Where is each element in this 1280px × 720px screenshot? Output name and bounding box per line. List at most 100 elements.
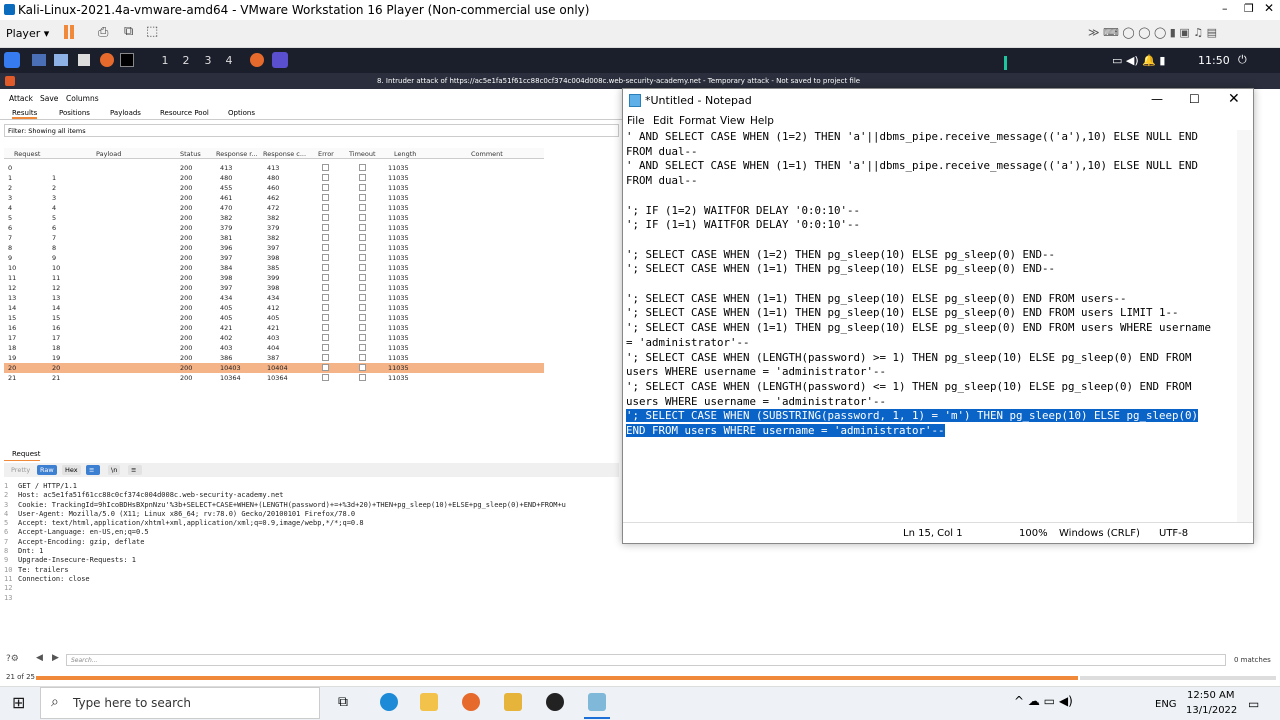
table-row[interactable]: 18 18 200 403 404 11035 [4,343,544,353]
col-comment[interactable]: Comment [471,150,503,158]
player-menu[interactable]: Player ▾ [6,27,49,40]
tab-positions[interactable]: Positions [59,109,90,117]
table-row[interactable]: 6 6 200 379 379 11035 [4,223,544,233]
table-row[interactable]: 9 9 200 397 398 11035 [4,253,544,263]
table-row[interactable]: 19 19 200 386 387 11035 [4,353,544,363]
app-icon[interactable] [504,693,522,711]
col-error[interactable]: Error [318,150,334,158]
notepad-menu-view[interactable]: View [720,115,745,127]
table-row[interactable]: 16 16 200 421 421 11035 [4,323,544,333]
table-row[interactable]: 8 8 200 396 397 11035 [4,243,544,253]
notepad-menu-format[interactable]: Format [679,115,716,127]
col-length[interactable]: Length [394,150,416,158]
kali-menu-icon[interactable] [4,52,20,68]
notepad-scrollbar[interactable] [1237,130,1252,522]
table-cell: 379 [220,224,233,232]
menu-columns[interactable]: Columns [66,94,99,103]
workspace-1[interactable]: 1 [158,54,172,67]
fit-guest-icon[interactable]: ⧉ [124,24,133,39]
col-request[interactable]: Request [14,150,40,158]
table-row[interactable]: 1 1 200 480 480 11035 [4,173,544,183]
filter-bar[interactable]: Filter: Showing all items [4,124,619,137]
request-tab[interactable]: Request [12,450,40,458]
workspace-3[interactable]: 3 [201,54,215,67]
obs-icon[interactable] [546,693,564,711]
windows-start-icon[interactable]: ⊞ [12,693,25,712]
menu-save[interactable]: Save [40,94,58,103]
table-row[interactable]: 0 200 413 413 11035 [4,163,544,173]
firefox-taskbar-icon[interactable] [462,693,480,711]
newline-button[interactable]: \n [108,465,121,475]
table-row[interactable]: 21 21 200 10364 10364 11035 [4,373,544,383]
table-row[interactable]: 2 2 200 455 460 11035 [4,183,544,193]
row-checkbox [322,164,329,171]
notepad-maximize-icon[interactable]: ☐ [1189,92,1200,106]
raw-button[interactable]: Raw [37,465,57,475]
table-row[interactable]: 5 5 200 382 382 11035 [4,213,544,223]
hex-button[interactable]: Hex [62,465,81,475]
tab-resource-pool[interactable]: Resource Pool [160,109,209,117]
table-row[interactable]: 15 15 200 405 405 11035 [4,313,544,323]
col-response-completed[interactable]: Response c... [263,150,306,158]
task-view-icon[interactable]: ⧉ [338,694,348,710]
table-cell: 12 [8,284,17,292]
table-row[interactable]: 13 13 200 434 434 11035 [4,293,544,303]
editor-icon[interactable] [78,54,90,66]
send-keys-icon[interactable]: ⎙ [98,25,108,40]
files-icon[interactable] [54,54,68,66]
desktop-icon[interactable] [32,54,46,66]
notepad-menu-edit[interactable]: Edit [653,115,673,127]
request-search-input[interactable]: Search... [66,654,1226,666]
request-editor[interactable]: 1 GET / HTTP/1.1 2 Host: ac5e1fa51f61cc88c0… [4,482,619,603]
pretty-button[interactable]: Pretty [8,465,33,475]
workspace-4[interactable]: 4 [222,54,236,67]
unity-icon[interactable]: ⬚ [146,24,158,39]
menu-icon[interactable]: ≡ [128,465,142,475]
restore-icon[interactable]: ❐ [1244,2,1254,15]
pause-icon[interactable] [64,25,68,39]
notepad-text-area[interactable]: ' AND SELECT CASE WHEN (1=2) THEN 'a'||d… [626,130,1236,522]
table-row[interactable]: 11 11 200 398 399 11035 [4,273,544,283]
burp-task-icon[interactable] [272,52,288,68]
edge-icon[interactable] [380,693,398,711]
tray-icons-taskbar[interactable]: ^ ☁ ▭ ◀) [1014,694,1073,708]
firefox-task-icon[interactable] [250,53,264,67]
notepad-menu-help[interactable]: Help [750,115,774,127]
tray-icons[interactable]: ▭ ◀) 🔔 ▮ [1112,54,1165,67]
firefox-icon[interactable] [100,53,114,67]
notification-icon[interactable]: ▭ [1248,697,1259,711]
prev-arrow-icon[interactable]: ◀ [36,653,43,663]
table-row[interactable]: 10 10 200 384 385 11035 [4,263,544,273]
help-icon[interactable]: ?⚙ [6,654,19,664]
table-row[interactable]: 7 7 200 381 382 11035 [4,233,544,243]
col-payload[interactable]: Payload [96,150,121,158]
notepad-close-icon[interactable]: ✕ [1228,91,1240,107]
col-response-received[interactable]: Response r... [216,150,258,158]
table-row[interactable]: 14 14 200 405 412 11035 [4,303,544,313]
table-row[interactable]: 20 20 200 10403 10404 11035 [4,363,544,373]
table-row[interactable]: 17 17 200 402 403 11035 [4,333,544,343]
menu-attack[interactable]: Attack [9,94,33,103]
taskbar-search-box[interactable]: ⌕ Type here to search [40,687,320,719]
tab-options[interactable]: Options [228,109,255,117]
notepad-minimize-icon[interactable]: — [1151,92,1163,106]
workspace-2[interactable]: 2 [179,54,193,67]
terminal-icon[interactable] [120,53,134,67]
minimize-icon[interactable]: – [1222,2,1228,15]
language-indicator[interactable]: ENG [1155,699,1177,710]
file-explorer-icon[interactable] [420,693,438,711]
close-icon[interactable]: ✕ [1264,1,1274,15]
table-row[interactable]: 3 3 200 461 462 11035 [4,193,544,203]
render-icon[interactable]: ≡ [86,465,100,475]
vmware-taskbar-icon[interactable] [588,693,606,711]
next-arrow-icon[interactable]: ▶ [52,653,59,663]
tab-payloads[interactable]: Payloads [110,109,141,117]
device-icons[interactable]: ≫ ⌨ ◯ ◯ ◯ ▮ ▣ ♫ ▤ [1088,26,1217,39]
lock-icon[interactable]: ⏻ [1238,53,1247,67]
table-row[interactable]: 12 12 200 397 398 11035 [4,283,544,293]
notepad-menu-file[interactable]: File [627,115,645,127]
col-status[interactable]: Status [180,150,201,158]
tab-results[interactable]: Results [12,109,38,119]
col-timeout[interactable]: Timeout [349,150,376,158]
table-row[interactable]: 4 4 200 470 472 11035 [4,203,544,213]
